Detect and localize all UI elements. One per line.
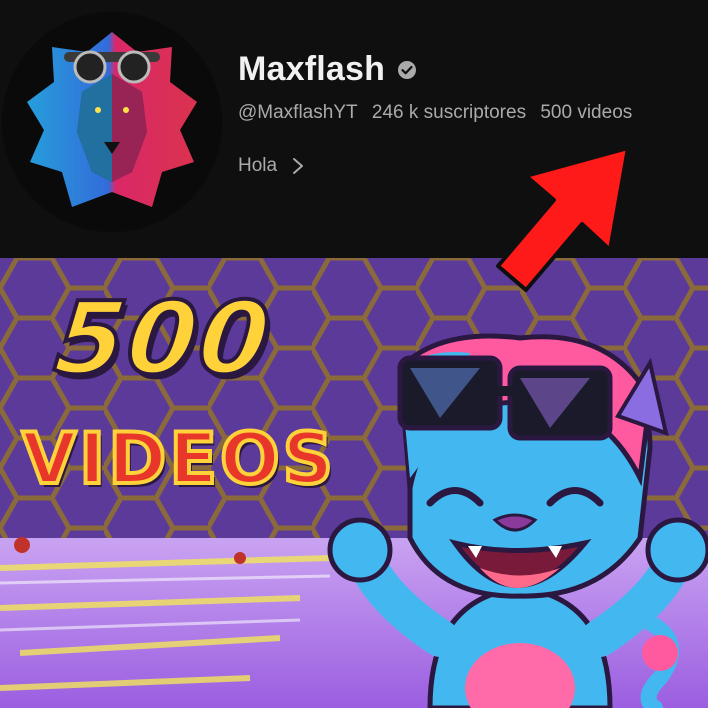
channel-name-row: Maxflash <box>238 50 417 89</box>
thumbnail-number-text: 500 <box>48 278 279 399</box>
verified-check-icon <box>397 60 417 80</box>
video-count: 500 videos <box>540 102 633 123</box>
thumbnail-image: 500 VIDEOS <box>0 258 708 708</box>
channel-meta: @MaxflashYT 246 k suscriptores 500 video… <box>238 102 641 124</box>
channel-handle: @MaxflashYT <box>238 102 358 123</box>
arrow-pointer-icon <box>496 146 630 292</box>
chevron-right-icon[interactable] <box>291 156 305 176</box>
subscriber-count: 246 k suscriptores <box>371 102 527 123</box>
channel-avatar[interactable] <box>2 12 222 232</box>
channel-description[interactable]: Hola <box>238 155 305 177</box>
thumbnail-word-text: VIDEOS <box>20 416 337 502</box>
lion-avatar-icon <box>2 12 222 232</box>
channel-name[interactable]: Maxflash <box>238 50 385 89</box>
description-text: Hola <box>238 155 278 176</box>
